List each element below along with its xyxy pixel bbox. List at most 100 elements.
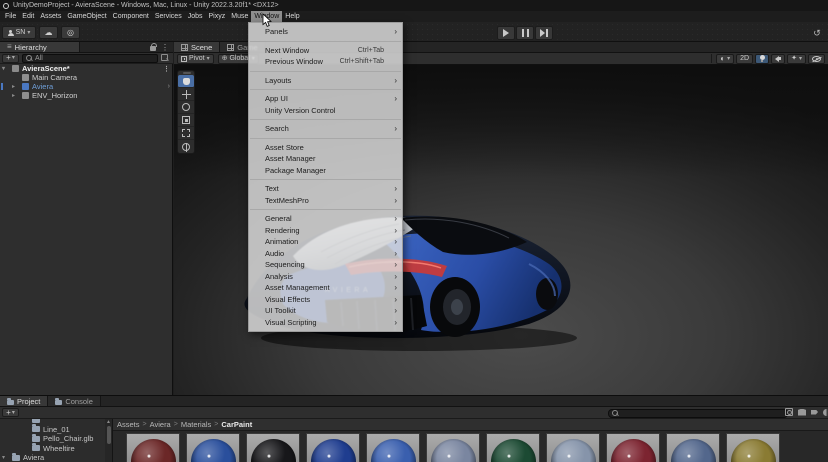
hierarchy-row[interactable]: ▾ ▸ ENV_Horizon ⋮ › [0,91,173,100]
play-button[interactable] [497,26,515,40]
step-button[interactable] [535,26,553,40]
dropdown-menu-item[interactable]: Asset Store › [249,142,402,154]
2d-toggle-button[interactable]: 2D [736,54,753,64]
dropdown-menu-item[interactable]: › [249,68,402,75]
lock-icon[interactable] [150,46,156,51]
hierarchy-row[interactable]: ▾ ▸ AvieraScene* ⋮ › [0,64,173,73]
expander-open-icon[interactable]: ▾ [2,65,10,72]
cloud-services-button[interactable]: ☁ [39,26,58,39]
dropdown-menu-item[interactable]: TextMeshPro › [249,195,402,207]
search-filter-icon[interactable] [161,54,169,62]
scroll-up-icon[interactable]: ▲ [105,419,112,425]
menu-item[interactable]: GameObject [64,11,109,22]
material-thumbnail[interactable] [606,433,660,462]
menu-item[interactable]: Services [152,11,185,22]
dropdown-menu-item[interactable]: › [249,38,402,45]
dropdown-menu-item[interactable]: Visual Effects › [249,294,402,306]
menu-item[interactable]: Assets [37,11,64,22]
breadcrumb-item[interactable]: CarPaint [221,420,252,429]
rotate-tool-button[interactable] [178,101,194,114]
package-icon[interactable] [798,409,806,416]
menu-item[interactable]: File [2,11,19,22]
dropdown-menu-item[interactable]: Audio › [249,248,402,260]
scale-tool-button[interactable] [178,114,194,127]
breadcrumb-item[interactable]: Aviera [150,420,171,429]
dropdown-menu-item[interactable]: Asset Management › [249,282,402,294]
material-thumbnail[interactable] [306,433,360,462]
material-thumbnail[interactable] [486,433,540,462]
account-button[interactable]: SN ▾ [2,26,36,39]
dropdown-menu-item[interactable]: Animation › [249,236,402,248]
kebab-menu-icon[interactable]: ⋮ [161,43,169,52]
material-thumbnail[interactable] [666,433,720,462]
dropdown-menu-item[interactable]: Search › [249,123,402,135]
dropdown-menu-item[interactable]: › [249,206,402,213]
dropdown-menu-item[interactable]: Layouts › [249,75,402,87]
material-thumbnail[interactable] [726,433,780,462]
effects-dropdown[interactable]: ✦ ▾ [787,54,806,64]
hierarchy-row[interactable]: ▾ ▸ Aviera ⋮ › [0,82,173,91]
kebab-menu-icon[interactable]: ⋮ [163,65,170,73]
menu-item[interactable]: Muse [228,11,251,22]
project-search-input[interactable] [608,409,788,418]
breadcrumb-item[interactable]: > [143,421,147,428]
undo-history-button[interactable]: ↺ [809,26,825,40]
tab-hierarchy[interactable]: ≡ Hierarchy [0,42,80,52]
dropdown-menu-item[interactable]: Visual Scripting › [249,317,402,329]
breadcrumb-item[interactable]: Assets [117,420,140,429]
material-thumbnail[interactable] [246,433,300,462]
dropdown-menu-item[interactable]: App UI › [249,93,402,105]
dropdown-menu-item[interactable]: Package Manager › [249,165,402,177]
project-or-console-tab[interactable]: Console [48,396,101,406]
dropdown-menu-item[interactable]: Next Window Ctrl+Tab › [249,45,402,57]
transform-tool-button[interactable] [178,140,194,153]
project-tree-row[interactable]: ▾ ▸ Line_01 [0,425,105,435]
target-button[interactable]: ◎ [61,26,80,39]
lighting-toggle-button[interactable] [755,54,769,64]
menu-item[interactable]: Component [110,11,152,22]
tree-scrollbar[interactable]: ▲ [105,419,112,462]
dropdown-menu-item[interactable]: Previous Window Ctrl+Shift+Tab › [249,56,402,68]
dropdown-menu-item[interactable]: Asset Manager › [249,153,402,165]
move-tool-button[interactable] [178,88,194,101]
pause-button[interactable] [516,26,534,40]
hierarchy-search-input[interactable]: All [22,54,158,63]
dropdown-menu-item[interactable]: General › [249,213,402,225]
material-thumbnail[interactable] [366,433,420,462]
project-tree-row[interactable]: ▾ ▸ Wheeltire [0,444,105,454]
view-tool-button[interactable] [178,75,194,88]
project-tree-row[interactable]: ▾ ▸ Pello_Chair.glb [0,434,105,444]
prefab-open-arrow[interactable]: › [168,83,170,90]
draw-mode-dropdown[interactable]: ◐ ▾ [716,54,734,64]
material-thumbnail[interactable] [426,433,480,462]
rect-tool-button[interactable] [178,127,194,140]
scene-or-game-tab[interactable]: Scene [174,42,220,52]
dropdown-menu-item[interactable]: › [249,86,402,93]
scene-visibility-button[interactable] [808,54,825,64]
breadcrumb-item[interactable]: Materials [181,420,211,429]
dropdown-menu-item[interactable]: Analysis › [249,271,402,283]
dropdown-menu-item[interactable]: Unity Version Control › [249,105,402,117]
audio-toggle-button[interactable] [771,54,785,64]
scrollbar-thumb[interactable] [107,426,111,444]
breadcrumb-item[interactable]: > [174,421,178,428]
dropdown-menu-item[interactable]: UI Toolkit › [249,305,402,317]
menu-item[interactable]: Pixyz [206,11,229,22]
search-by-type-icon[interactable] [785,408,793,416]
dropdown-menu-item[interactable]: › [249,135,402,142]
menu-item[interactable]: Help [282,11,302,22]
material-thumbnail[interactable] [546,433,600,462]
dropdown-menu-item[interactable]: Text › [249,183,402,195]
dropdown-menu-item[interactable]: Rendering › [249,225,402,237]
add-asset-button[interactable]: + ▾ [2,408,19,417]
hidden-packages-icon[interactable] [823,409,828,416]
hierarchy-row[interactable]: ▾ ▸ Main Camera ⋮ › [0,73,173,82]
project-tree-row[interactable]: ▾ ▸ Aviera [0,453,105,462]
dropdown-menu-item[interactable]: › [249,116,402,123]
material-thumbnail[interactable] [186,433,240,462]
add-gameobject-button[interactable]: + ▾ [2,54,19,63]
material-thumbnail[interactable] [126,433,180,462]
expander-closed-icon[interactable]: ▸ [12,92,20,99]
menu-item[interactable]: Jobs [185,11,206,22]
menu-item[interactable]: Edit [19,11,37,22]
